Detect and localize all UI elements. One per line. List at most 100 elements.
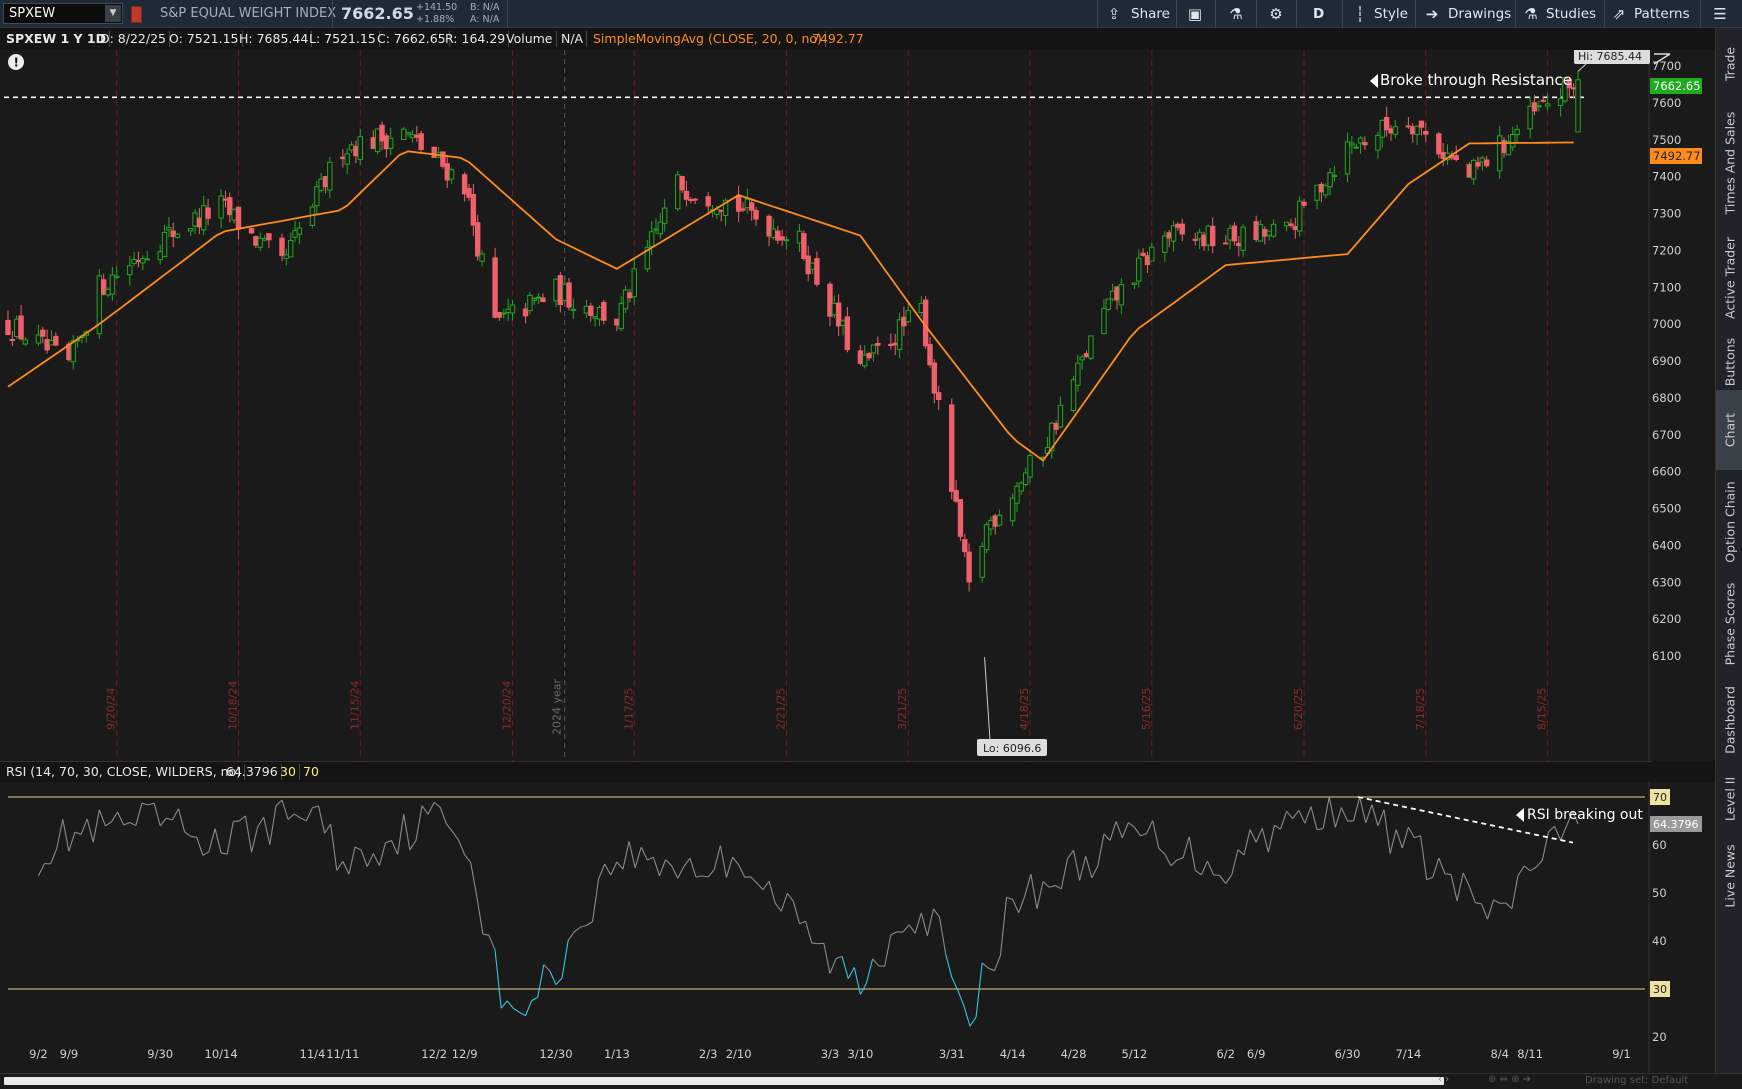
candle-up (1415, 126, 1419, 134)
candle-down (858, 351, 862, 364)
index-name: S&P EQUAL WEIGHT INDEX (160, 6, 336, 21)
sma-study-label[interactable]: SimpleMovingAvg (CLOSE, 20, 0, no) (590, 31, 826, 47)
style-button[interactable]: Style (1374, 5, 1408, 23)
candle-up (1480, 158, 1484, 162)
interval-button[interactable]: D (1313, 5, 1324, 23)
sidebar-tab-label: Phase Scores (1722, 583, 1737, 666)
expiry-label: 9/20/24 (105, 688, 118, 730)
menu-list-icon[interactable]: ☰ (1710, 4, 1730, 24)
patterns-button[interactable]: Patterns (1634, 5, 1690, 23)
expiry-label: 6/20/25 (1292, 688, 1305, 730)
candle-style-icon[interactable]: ┆ (1350, 4, 1370, 24)
chart-title[interactable]: SPXEW 1 Y 1D (3, 31, 110, 47)
candle-up (1119, 285, 1123, 305)
candle-down (1302, 202, 1306, 205)
info-low: L: 7521.15 (306, 31, 380, 47)
expiry-label: 8/15/25 (1536, 688, 1549, 730)
settings-gear-icon[interactable]: ⚙ (1266, 4, 1286, 24)
drawing-set-label[interactable]: Drawing set: Default (1585, 1075, 1688, 1086)
candle-down (254, 237, 258, 246)
candle-up (1071, 380, 1075, 411)
divider (1256, 0, 1257, 28)
candle-up (832, 304, 836, 315)
candle-up (745, 199, 749, 208)
candle-down (1224, 243, 1228, 244)
candle-up (219, 196, 223, 218)
sidebar-tab-active-trader[interactable]: Active Trader (1716, 228, 1742, 328)
snapshot-icon[interactable]: ▣ (1185, 4, 1205, 24)
candle-up (784, 240, 788, 241)
candle-up (1284, 222, 1288, 226)
candle-down (867, 353, 871, 357)
price-chart[interactable]: 9/20/2410/18/2411/15/2412/20/241/17/252/… (0, 50, 1715, 761)
symbol-dropdown-icon[interactable]: ▼ (105, 5, 121, 22)
studies-flask-icon[interactable]: ⚗ (1521, 4, 1541, 24)
sidebar-tab-phase-scores[interactable]: Phase Scores (1716, 574, 1742, 674)
sidebar-tab-chart[interactable]: Chart (1716, 390, 1742, 470)
sidebar-tab-dashboard[interactable]: Dashboard (1716, 676, 1742, 764)
rsi-study-label[interactable]: RSI (14, 70, 30, CLOSE, WILDERS, no) (3, 764, 245, 780)
candle-down (1389, 129, 1393, 133)
candle-up (797, 231, 801, 243)
candle-down (754, 210, 758, 219)
candle-up (536, 297, 540, 298)
rsi-line-segment (1445, 874, 1451, 875)
candle-up (1515, 129, 1519, 134)
sidebar-tab-live-news[interactable]: Live News (1716, 834, 1742, 918)
candle-down (1541, 100, 1545, 101)
sidebar-tab-label: Active Trader (1722, 237, 1737, 319)
info-range: R: 164.29 (442, 31, 509, 47)
candle-up (145, 259, 149, 260)
candle-up (771, 229, 775, 237)
top-toolbar: SPXEW ▼ S&P EQUAL WEIGHT INDEX 7662.65 +… (0, 0, 1742, 28)
share-button[interactable]: Share (1131, 5, 1170, 23)
candle-down (615, 319, 619, 325)
sma-study-value: 7492.77 (809, 31, 867, 47)
share-icon[interactable]: ⇪ (1104, 4, 1124, 24)
zoom-icon[interactable]: ⊕ ⇔ ⊕ ➔ (1488, 1074, 1531, 1085)
candle-up (871, 345, 875, 353)
candle-up (1228, 228, 1232, 240)
candle-down (1210, 226, 1214, 245)
candle-down (836, 303, 840, 326)
sidebar-tab-option-chain[interactable]: Option Chain (1716, 472, 1742, 572)
candle-up (115, 276, 119, 277)
expiry-label: 3/21/25 (896, 688, 909, 730)
candle-down (384, 136, 388, 149)
drawings-button[interactable]: Drawings (1448, 5, 1511, 23)
candle-down (1384, 117, 1388, 129)
flask-icon[interactable]: ⚗ (1226, 4, 1246, 24)
candle-up (1010, 498, 1014, 521)
candle-up (841, 321, 845, 325)
sidebar-tab-level-ii[interactable]: Level II (1716, 766, 1742, 832)
candle-up (593, 317, 597, 318)
time-tick-label: 10/14 (205, 1047, 238, 1061)
candle-up (23, 340, 27, 344)
candle-up (532, 299, 536, 301)
patterns-icon[interactable]: ⇗ (1609, 4, 1629, 24)
candle-down (467, 189, 471, 198)
candle-up (1241, 227, 1245, 250)
time-tick-label: 8/4 (1490, 1047, 1509, 1061)
studies-button[interactable]: Studies (1546, 5, 1596, 23)
rsi-chart[interactable]: RSI breaking out60504020703064.37969/29/… (0, 782, 1715, 1073)
candle-up (389, 138, 393, 148)
candle-up (980, 546, 984, 577)
sidebar-tab-trade[interactable]: Trade (1716, 30, 1742, 98)
info-open: O: 7521.15 (166, 31, 243, 47)
expiry-label: 7/18/25 (1414, 688, 1427, 730)
drawings-arrow-icon[interactable]: ➔ (1422, 4, 1442, 24)
candle-up (1058, 405, 1062, 427)
horizontal-scrollbar[interactable] (4, 1077, 1444, 1085)
candle-down (493, 258, 497, 317)
candle-down (558, 276, 562, 305)
scroll-arrows-icon[interactable]: ‹ › (1438, 1074, 1449, 1085)
expiry-label: 2/21/25 (774, 688, 787, 730)
candle-down (471, 194, 475, 225)
candle-down (1293, 227, 1297, 230)
link-color-icon[interactable] (131, 6, 142, 23)
candle-up (919, 303, 923, 312)
sidebar-tab-times-and-sales[interactable]: Times And Sales (1716, 100, 1742, 226)
candle-down (1532, 103, 1536, 111)
candle-down (1424, 131, 1428, 134)
